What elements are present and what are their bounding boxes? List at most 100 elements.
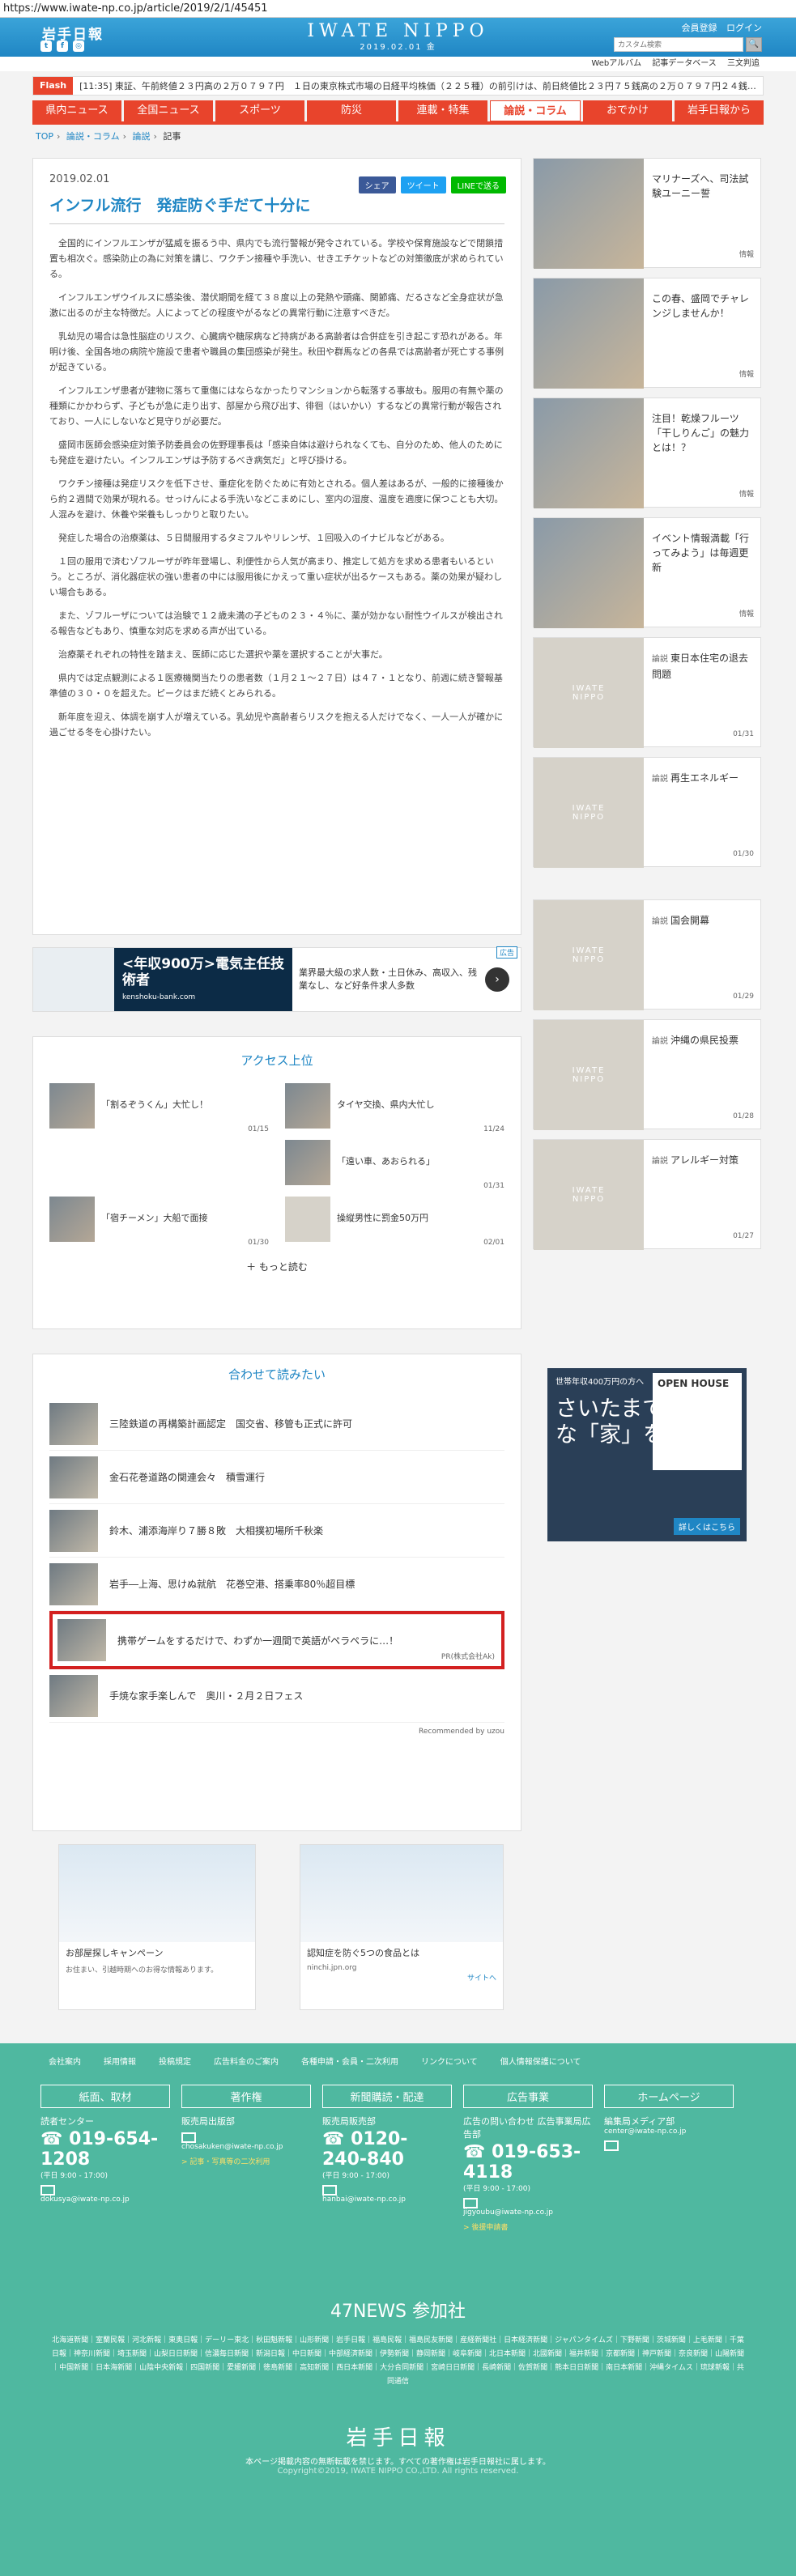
footer-link[interactable]: 個人情報保護について bbox=[500, 2055, 581, 2067]
mail-icon[interactable] bbox=[604, 2140, 619, 2151]
iwate-nippo-logo-placeholder: IWATE NIPPO bbox=[534, 1140, 644, 1250]
sidebar-item-category: 論説 bbox=[652, 775, 668, 784]
contact-email[interactable]: dokusya@iwate-np.co.jp bbox=[40, 2196, 170, 2204]
line-share-button[interactable]: LINEで送る bbox=[450, 176, 506, 193]
ad-label: 広告 bbox=[496, 946, 517, 959]
recommend-powered-by[interactable]: Recommended by uzou bbox=[49, 1728, 504, 1736]
sidebar-item[interactable]: IWATE NIPPO 論説 国会開幕 01/29 bbox=[533, 899, 761, 1010]
mail-icon[interactable] bbox=[181, 2132, 196, 2143]
mail-icon[interactable] bbox=[322, 2185, 337, 2196]
related-title: 合わせて読みたい bbox=[228, 1367, 326, 1382]
sidebar-item[interactable]: 注目！乾燥フルーツ「干しりんご」の魅力とは！？ 情報 bbox=[533, 397, 761, 508]
header-right: 会員登録 ログイン 🔍 bbox=[614, 21, 762, 52]
breadcrumb: TOP › 論説・コラム › 論説 › 記事 bbox=[36, 131, 181, 142]
related-item[interactable]: 鈴木、浦添海岸り７勝８敗 大相撲初場所千秋楽 bbox=[49, 1504, 504, 1558]
ad-headline: <年収900万>電気主任技術者 bbox=[122, 956, 284, 988]
related-item[interactable]: 金石花巻道路の関連会々 積雪運行 bbox=[49, 1451, 504, 1504]
nav-from-iwate-nippo[interactable]: 岩手日報から bbox=[675, 100, 764, 121]
contact-box-sub: 編集局メディア部 bbox=[604, 2116, 675, 2127]
sidebar-item[interactable]: IWATE NIPPO 論説 再生エネルギー 01/30 bbox=[533, 757, 761, 868]
subnav-database[interactable]: 記事データベース bbox=[652, 59, 717, 68]
related-item[interactable]: 三陸鉄道の再構築計画認定 国交省、移管も正式に許可 bbox=[49, 1397, 504, 1451]
ranking-item[interactable]: 「遠い車、あおられる」 01/31 bbox=[285, 1140, 504, 1190]
nav-local-news[interactable]: 県内ニュース bbox=[32, 100, 121, 121]
chevron-right-icon[interactable]: › bbox=[485, 967, 509, 992]
contact-box-head[interactable]: ホームページ bbox=[604, 2085, 734, 2108]
search-input[interactable] bbox=[614, 37, 743, 52]
contact-box-head[interactable]: 新聞購読・配達 bbox=[322, 2085, 452, 2108]
ranking-date: 02/01 bbox=[483, 1239, 504, 1247]
ranking-item[interactable]: タイヤ交換、県内大忙し 11/24 bbox=[285, 1083, 504, 1133]
phone-number: ☎ 019-653-4118 bbox=[463, 2142, 581, 2183]
login-link[interactable]: ログイン bbox=[726, 23, 762, 33]
footer-link[interactable]: リンクについて bbox=[421, 2055, 478, 2067]
related-item[interactable]: 岩手―上海、思けぬ就航 花巻空港、搭乗率80％超目標 bbox=[49, 1558, 504, 1611]
sidebar-item[interactable]: IWATE NIPPO 論説 沖縄の県民投票 01/28 bbox=[533, 1019, 761, 1130]
footer-link[interactable]: 各種申請・会員・二次利用 bbox=[301, 2055, 398, 2067]
sidebar-item-category: 論説 bbox=[652, 655, 668, 664]
read-more-link[interactable]: ＋ もっと読む bbox=[49, 1260, 504, 1273]
nav-sports[interactable]: スポーツ bbox=[215, 100, 304, 121]
ad-box-rent[interactable]: お部屋探しキャンペーン お住まい、引越時期へのお得な情報あります。 bbox=[58, 1844, 256, 2010]
nav-outing[interactable]: おでかけ bbox=[583, 100, 672, 121]
contact-email[interactable]: chosakuken@iwate-np.co.jp bbox=[181, 2143, 311, 2151]
subnav-other[interactable]: 三文判追 bbox=[727, 59, 760, 68]
sidebar-item[interactable]: イベント情報満載「行ってみよう」は毎週更新 情報 bbox=[533, 517, 761, 628]
ad-box-dementia[interactable]: 認知症を防ぐ5つの食品とは ninchi.jpn.org サイトへ bbox=[300, 1844, 504, 2010]
footer-link[interactable]: 会社案内 bbox=[49, 2055, 81, 2067]
breadcrumb-editorial[interactable]: 論説・コラム bbox=[66, 131, 120, 142]
ranking-item[interactable]: 操縦男性に罰金50万円 02/01 bbox=[285, 1197, 504, 1247]
related-item[interactable]: 手焼な家手楽しんで 奥川・２月２日フェス bbox=[49, 1669, 504, 1723]
contact-note-link[interactable]: > 記事・写真等の二次利用 bbox=[181, 2156, 311, 2166]
nav-editorial[interactable]: 論説・コラム bbox=[490, 100, 581, 121]
breadcrumb-ronsetsu[interactable]: 論説 bbox=[133, 131, 151, 142]
mail-icon[interactable] bbox=[463, 2198, 478, 2208]
flash-text[interactable]: [11:35] 東証、午前終値２３円高の２万０７９７円 １日の東京株式市場の日経… bbox=[73, 79, 756, 92]
ad-site: kenshoku-bank.com bbox=[122, 993, 196, 1001]
contact-email[interactable]: hanbai@iwate-np.co.jp bbox=[322, 2196, 452, 2204]
related-item-pr-highlighted[interactable]: 携帯ゲームをするだけで、わずか一週間で英語がペラペラに…！ PR(株式会社Ak) bbox=[49, 1611, 504, 1669]
register-link[interactable]: 会員登録 bbox=[682, 23, 717, 33]
sidebar-item-title: マリナーズへ、司法試験ユーニー誓 bbox=[652, 173, 749, 199]
mail-icon[interactable] bbox=[40, 2185, 55, 2196]
side-ad-cta-button[interactable]: 詳しくはこちら bbox=[674, 1518, 740, 1535]
ad-box-link[interactable]: サイトへ bbox=[300, 1972, 503, 1983]
url-bar[interactable]: https://www.iwate-np.co.jp/article/2019/… bbox=[0, 0, 796, 18]
subnav-web-album[interactable]: Webアルバム bbox=[591, 59, 641, 68]
ranking-item[interactable]: 「割るぞうくん」大忙し！ 01/15 bbox=[49, 1083, 269, 1133]
main-nav: 県内ニュース 全国ニュース スポーツ 防災 連載・特集 論説・コラム おでかけ … bbox=[32, 100, 764, 121]
contact-box-head[interactable]: 紙面、取材 bbox=[40, 2085, 170, 2108]
news47-members[interactable]: 北海道新聞｜室蘭民報｜河北新報｜東奥日報｜デーリー東北｜秋田魁新報｜山形新聞｜岩… bbox=[49, 2334, 747, 2389]
twitter-share-button[interactable]: ツイート bbox=[400, 176, 446, 193]
contact-email[interactable]: jigyoubu@iwate-np.co.jp bbox=[463, 2208, 593, 2217]
footer-link[interactable]: 投稿規定 bbox=[159, 2055, 191, 2067]
sidebar-item-title: この春、盛岡でチャレンジしませんか！ bbox=[652, 293, 749, 319]
contact-note-link[interactable]: > 後援申請書 bbox=[463, 2221, 593, 2232]
contact-hours: (平日 9:00 - 17:00) bbox=[322, 2172, 389, 2180]
related-thumbnail bbox=[57, 1619, 106, 1661]
contact-email[interactable]: center@iwate-np.co.jp bbox=[604, 2128, 734, 2136]
sidebar-item[interactable]: IWATE NIPPO 論説 東日本住宅の退去問題 01/31 bbox=[533, 637, 761, 748]
nav-features[interactable]: 連載・特集 bbox=[398, 100, 487, 121]
flash-news[interactable]: Flash [11:35] 東証、午前終値２３円高の２万０７９７円 １日の東京株… bbox=[32, 76, 764, 96]
sidebar-item[interactable]: IWATE NIPPO 論説 アレルギー対策 01/27 bbox=[533, 1139, 761, 1250]
iwate-nippo-logo-placeholder: IWATE NIPPO bbox=[534, 900, 644, 1010]
facebook-share-button[interactable]: シェア bbox=[358, 176, 396, 193]
footer-link[interactable]: 広告料金のご案内 bbox=[214, 2055, 279, 2067]
footer-logo[interactable]: 岩手日報 bbox=[0, 2421, 796, 2451]
side-ad-openhouse[interactable]: 世帯年収400万円の方へ さいたまで理想的な「家」を。 OPEN HOUSE 詳… bbox=[547, 1368, 747, 1541]
footer-link[interactable]: 採用情報 bbox=[104, 2055, 136, 2067]
contact-box-head[interactable]: 広告事業 bbox=[463, 2085, 593, 2108]
job-ad-banner[interactable]: <年収900万>電気主任技術者 kenshoku-bank.com 業界最大級の… bbox=[32, 946, 521, 1012]
article-title: インフル流行 発症防ぐ手だて十分に bbox=[49, 193, 504, 224]
ranking-item[interactable]: 「宿チーメン」大船で面接 01/30 bbox=[49, 1197, 269, 1247]
contact-box: 新聞購読・配達 販売局販売部 ☎ 0120-240-840 (平日 9:00 -… bbox=[322, 2085, 452, 2232]
sidebar-item[interactable]: マリナーズへ、司法試験ユーニー誓 情報 bbox=[533, 158, 761, 269]
search-icon[interactable]: 🔍 bbox=[746, 37, 762, 52]
nav-national-news[interactable]: 全国ニュース bbox=[124, 100, 213, 121]
contact-box-head[interactable]: 著作権 bbox=[181, 2085, 311, 2108]
nav-disaster[interactable]: 防災 bbox=[307, 100, 396, 121]
sidebar-item[interactable]: この春、盛岡でチャレンジしませんか！ 情報 bbox=[533, 278, 761, 389]
article-paragraph: インフルエンザウイルスに感染後、潜伏期間を経て３８度以上の発熱や頭痛、関節痛、だ… bbox=[49, 292, 504, 318]
breadcrumb-top[interactable]: TOP bbox=[36, 131, 53, 142]
